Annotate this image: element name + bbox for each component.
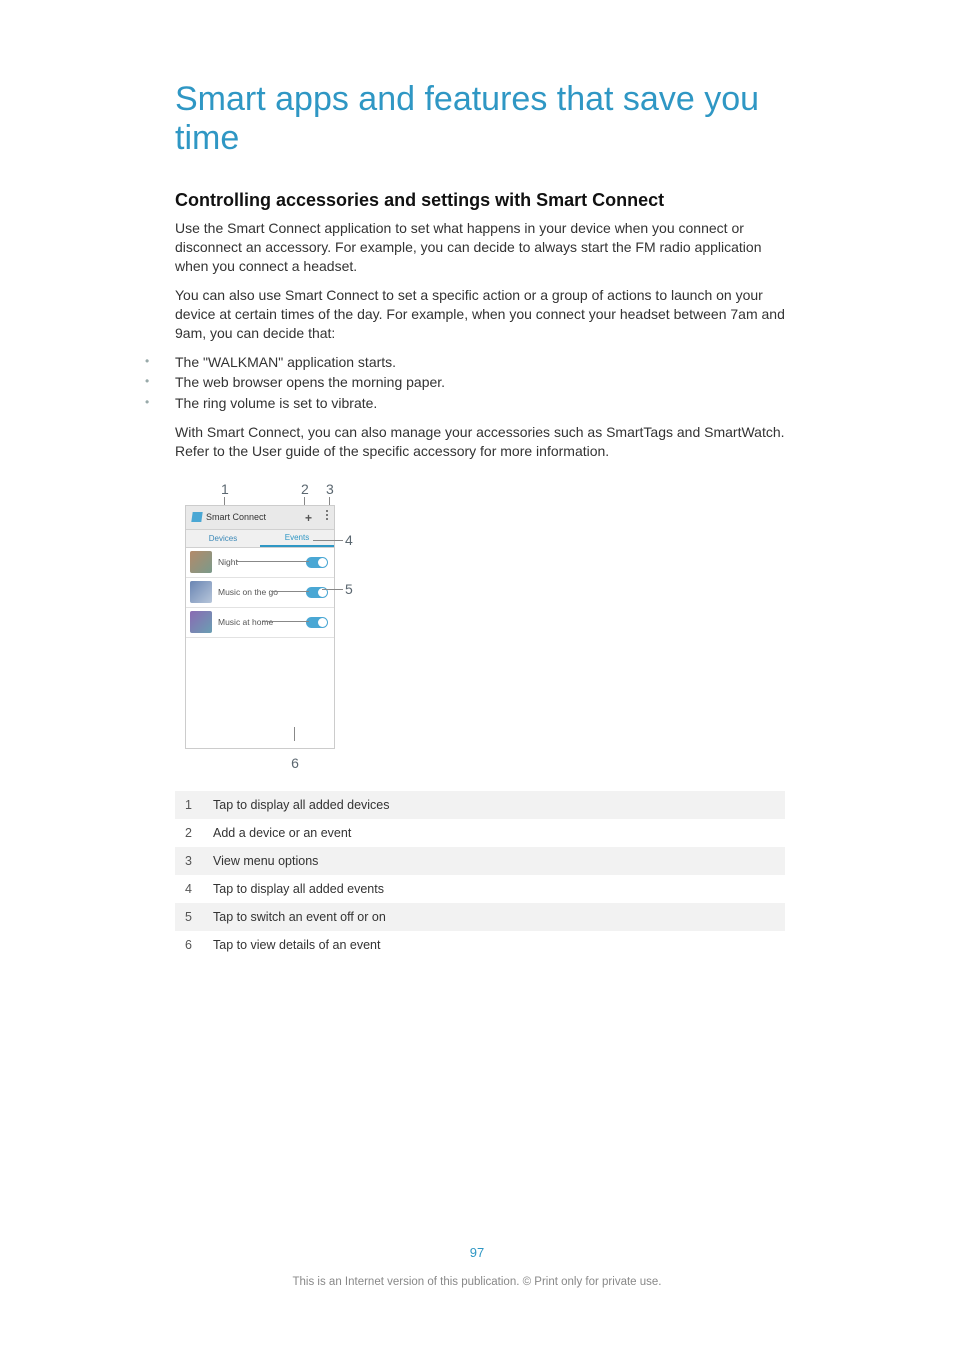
legend-text: Tap to view details of an event (213, 938, 380, 952)
legend-text: View menu options (213, 854, 318, 868)
bullet-item: The "WALKMAN" application starts. (159, 353, 785, 372)
callout-1: 1 (221, 481, 229, 497)
bullet-text: The web browser opens the morning paper. (175, 374, 445, 390)
callout-2: 2 (301, 481, 309, 497)
legend-row: 2 Add a device or an event (175, 819, 785, 847)
callout-5: 5 (345, 581, 353, 597)
toggle-switch[interactable] (306, 557, 328, 568)
event-row[interactable]: Music at home (186, 608, 334, 638)
event-thumb (190, 611, 212, 633)
legend-row: 6 Tap to view details of an event (175, 931, 785, 959)
menu-icon[interactable] (326, 510, 329, 521)
legend-table: 1 Tap to display all added devices 2 Add… (175, 791, 785, 959)
legend-text: Tap to display all added events (213, 882, 384, 896)
legend-num: 5 (185, 910, 213, 924)
bullet-list: The "WALKMAN" application starts. The we… (175, 353, 785, 414)
event-label: Music at home (218, 617, 273, 627)
footer-note: This is an Internet version of this publ… (0, 1276, 954, 1288)
tab-events[interactable]: Events (260, 530, 334, 547)
legend-num: 3 (185, 854, 213, 868)
paragraph-2: You can also use Smart Connect to set a … (175, 286, 785, 343)
bullet-text: The "WALKMAN" application starts. (175, 354, 396, 370)
legend-row: 3 View menu options (175, 847, 785, 875)
bullet-text: The ring volume is set to vibrate. (175, 395, 377, 411)
tab-devices[interactable]: Devices (186, 530, 260, 547)
toggle-switch[interactable] (306, 617, 328, 628)
app-title: Smart Connect (206, 512, 266, 522)
add-icon[interactable]: + (305, 511, 312, 525)
callout-4: 4 (345, 532, 353, 548)
phone-mockup: Smart Connect + Devices Events Night Mus… (185, 505, 335, 749)
event-label: Music on the go (218, 587, 278, 597)
callout-6: 6 (290, 755, 300, 771)
app-logo-icon (191, 512, 202, 522)
legend-row: 1 Tap to display all added devices (175, 791, 785, 819)
section-heading: Controlling accessories and settings wit… (175, 190, 785, 211)
phone-header: Smart Connect + (186, 506, 334, 530)
figure-smart-connect: 1 2 3 Smart Connect + Devices Events Nig… (185, 481, 355, 771)
legend-text: Add a device or an event (213, 826, 351, 840)
event-label: Night (218, 557, 238, 567)
page-number: 97 (0, 1245, 954, 1260)
event-thumb (190, 581, 212, 603)
legend-num: 1 (185, 798, 213, 812)
paragraph-3: With Smart Connect, you can also manage … (175, 423, 785, 461)
callout-3: 3 (326, 481, 334, 497)
bullet-item: The ring volume is set to vibrate. (159, 394, 785, 413)
legend-row: 4 Tap to display all added events (175, 875, 785, 903)
bullet-item: The web browser opens the morning paper. (159, 373, 785, 392)
legend-text: Tap to display all added devices (213, 798, 390, 812)
legend-num: 2 (185, 826, 213, 840)
paragraph-1: Use the Smart Connect application to set… (175, 219, 785, 276)
legend-row: 5 Tap to switch an event off or on (175, 903, 785, 931)
event-thumb (190, 551, 212, 573)
legend-text: Tap to switch an event off or on (213, 910, 386, 924)
page-title: Smart apps and features that save you ti… (175, 80, 785, 158)
legend-num: 6 (185, 938, 213, 952)
event-row[interactable]: Night (186, 548, 334, 578)
event-row[interactable]: Music on the go (186, 578, 334, 608)
legend-num: 4 (185, 882, 213, 896)
